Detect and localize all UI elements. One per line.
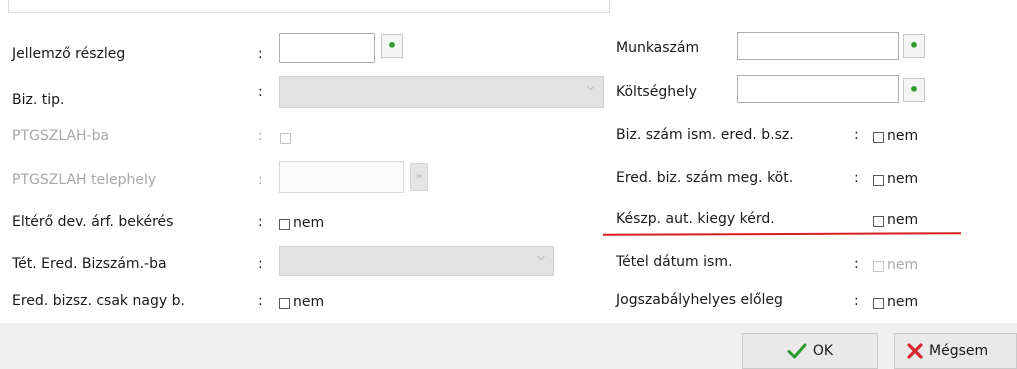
x-icon (907, 343, 923, 359)
ered-bizsz-label: Ered. bizsz. csak nagy b. (12, 293, 185, 309)
colon: : (854, 293, 859, 309)
colon: : (258, 256, 263, 272)
jellemzo-reszleg-lookup-button[interactable]: • (381, 34, 403, 58)
colon: : (258, 214, 263, 230)
colon: : (258, 46, 263, 62)
top-groupbox-edge (8, 0, 610, 13)
colon: : (258, 172, 263, 188)
ptgszlah-telephely-input[interactable] (279, 161, 404, 193)
lookup-icon: » (415, 171, 423, 182)
munkaszam-label: Munkaszám (616, 40, 700, 56)
koltseghely-label: Költséghely (616, 84, 697, 100)
keszp-aut-kiegy-checkbox[interactable] (873, 216, 884, 227)
colon: : (258, 128, 263, 144)
cancel-button-label: Mégsem (929, 343, 989, 359)
jogszabalyhelyes-eloleg-check-label: nem (887, 294, 919, 310)
biz-tip-select[interactable]: ⌵ (279, 76, 604, 108)
plus-dot-icon: • (908, 80, 920, 99)
plus-dot-icon: • (386, 36, 398, 55)
colon: : (854, 170, 859, 186)
checkmark-icon (787, 343, 807, 359)
form-panel: Jellemző részleg : • Biz. tip. : ⌵ PTGSZ… (0, 0, 1017, 323)
colon: : (854, 256, 859, 272)
chevron-down-icon: ⌵ (536, 250, 545, 263)
ered-biz-szam-check-label: nem (887, 171, 919, 187)
colon: : (258, 84, 263, 100)
biz-szam-ism-checkbox[interactable] (873, 132, 884, 143)
jogszabalyhelyes-eloleg-checkbox[interactable] (873, 298, 884, 309)
jellemzo-reszleg-label: Jellemző részleg (12, 46, 126, 62)
munkaszam-lookup-button[interactable]: • (903, 34, 925, 58)
plus-dot-icon: • (908, 36, 920, 55)
ptgszlah-ba-checkbox[interactable] (280, 133, 291, 144)
jogszabalyhelyes-eloleg-label: Jogszabályhelyes előleg (616, 292, 783, 308)
koltseghely-input[interactable] (737, 75, 899, 103)
ptgszlah-telephely-lookup-button[interactable]: » (410, 163, 428, 191)
eltero-dev-arf-check-label: nem (293, 215, 325, 231)
highlight-underline (602, 232, 962, 236)
biz-szam-ism-label: Biz. szám ism. ered. b.sz. (616, 127, 794, 143)
tet-ered-bizszam-select[interactable]: ⌵ (279, 246, 554, 276)
keszp-aut-kiegy-label: Készp. aut. kiegy kérd. (616, 211, 775, 227)
tetel-datum-checkbox[interactable] (873, 261, 884, 272)
ptgszlah-ba-label: PTGSZLAH-ba (12, 128, 110, 144)
cancel-button[interactable]: Mégsem (894, 333, 1017, 369)
ered-bizsz-checkbox[interactable] (279, 298, 290, 309)
tet-ered-bizszam-label: Tét. Ered. Bizszám.-ba (12, 256, 167, 272)
biz-tip-label: Biz. tip. (12, 92, 65, 108)
colon: : (854, 127, 859, 143)
tetel-datum-check-label: nem (887, 257, 919, 273)
munkaszam-input[interactable] (737, 32, 899, 60)
ok-button[interactable]: OK (742, 333, 878, 369)
colon: : (258, 293, 263, 309)
koltseghely-lookup-button[interactable]: • (903, 78, 925, 102)
ered-biz-szam-checkbox[interactable] (873, 175, 884, 186)
eltero-dev-arf-checkbox[interactable] (279, 219, 290, 230)
ok-button-label: OK (812, 343, 834, 359)
jellemzo-reszleg-input[interactable] (279, 33, 375, 63)
ptgszlah-telephely-label: PTGSZLAH telephely (12, 172, 157, 188)
ered-bizsz-check-label: nem (293, 294, 325, 310)
ered-biz-szam-label: Ered. biz. szám meg. köt. (616, 170, 794, 186)
biz-szam-ism-check-label: nem (887, 128, 919, 144)
eltero-dev-arf-label: Eltérő dev. árf. bekérés (12, 214, 174, 230)
tetel-datum-label: Tétel dátum ism. (616, 254, 733, 270)
chevron-down-icon: ⌵ (586, 80, 595, 93)
keszp-aut-kiegy-check-label: nem (887, 212, 919, 228)
